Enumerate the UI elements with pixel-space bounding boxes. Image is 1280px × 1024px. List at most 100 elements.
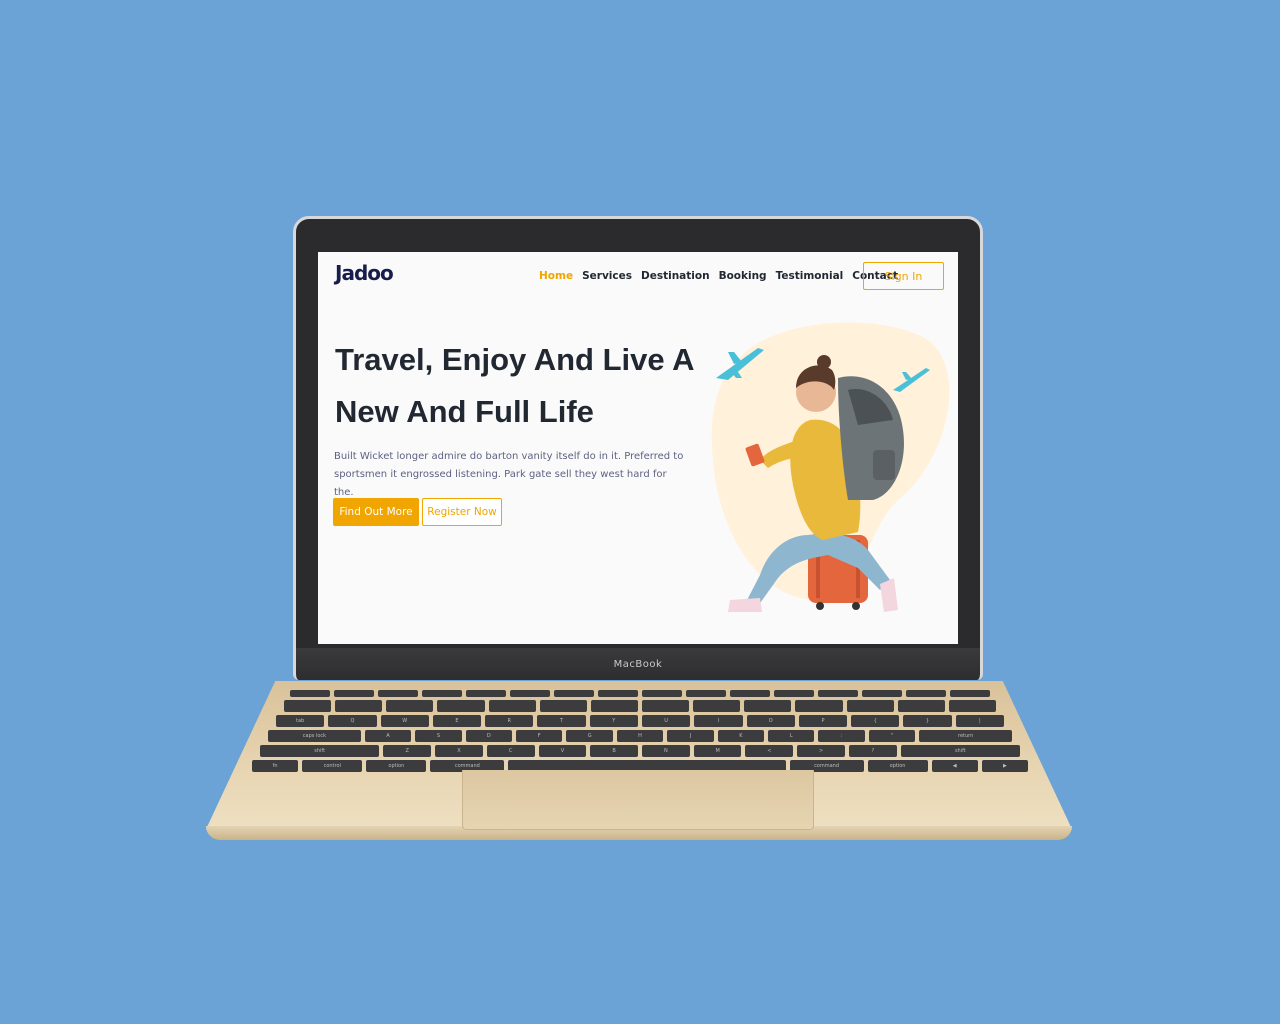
- key: :: [818, 730, 865, 742]
- key: ◀: [931, 760, 978, 772]
- key: option: [867, 760, 928, 772]
- find-out-more-button[interactable]: Find Out More: [333, 498, 419, 526]
- nav-link-testimonial[interactable]: Testimonial: [776, 270, 844, 282]
- nav-links: Home Services Destination Booking Testim…: [539, 270, 898, 282]
- key: F: [516, 730, 563, 742]
- key: caps lock: [268, 730, 361, 742]
- nav-link-services[interactable]: Services: [582, 270, 632, 282]
- key: [774, 690, 814, 697]
- key: [744, 700, 792, 712]
- keyboard-row-qwerty: tab Q W E R T Y U I O P { } |: [276, 715, 1004, 727]
- key: return: [919, 730, 1013, 742]
- key: C: [486, 745, 535, 757]
- key: [948, 700, 996, 712]
- sign-in-button[interactable]: Sign In: [863, 262, 944, 290]
- key: |: [955, 715, 1004, 727]
- key: [693, 700, 741, 712]
- key: V: [538, 745, 587, 757]
- key: [598, 690, 638, 697]
- key: shift: [900, 745, 1020, 757]
- traveler-shoe-right: [880, 578, 898, 612]
- hero-title: Travel, Enjoy And Live A New And Full Li…: [335, 342, 694, 429]
- nav-link-booking[interactable]: Booking: [719, 270, 767, 282]
- site-navbar: Jadoo Home Services Destination Booking …: [318, 252, 958, 300]
- hero-description: Built Wicket longer admire do barton van…: [334, 451, 684, 498]
- register-now-button[interactable]: Register Now: [422, 498, 502, 526]
- key: [846, 700, 894, 712]
- key: X: [435, 745, 483, 757]
- key: H: [616, 730, 664, 742]
- laptop-bezel-bottom: MacBook: [293, 648, 983, 680]
- site-logo[interactable]: Jadoo: [335, 261, 394, 285]
- key: A: [364, 730, 412, 742]
- key: [539, 700, 587, 712]
- key: Z: [383, 745, 432, 757]
- key: [510, 690, 550, 697]
- key: [437, 700, 485, 712]
- key: [862, 690, 902, 697]
- logo-text: Jadoo: [335, 261, 394, 285]
- key: L: [768, 730, 815, 742]
- key: {: [851, 715, 900, 727]
- key: J: [667, 730, 714, 742]
- key: W: [380, 715, 429, 727]
- key: control: [302, 760, 363, 772]
- trackpad: [462, 770, 814, 830]
- key: [590, 700, 638, 712]
- keyboard-row-numbers: [284, 700, 996, 712]
- key: [686, 690, 726, 697]
- nav-link-home[interactable]: Home: [539, 270, 573, 282]
- laptop-screen: Jadoo Home Services Destination Booking …: [318, 252, 958, 644]
- key: I: [694, 715, 743, 727]
- key: [642, 690, 682, 697]
- key: E: [432, 715, 482, 727]
- key: ": [868, 730, 916, 742]
- traveler-shoe-left: [728, 598, 762, 612]
- key: tab: [276, 715, 325, 727]
- key: S: [415, 730, 462, 742]
- key: [284, 700, 332, 712]
- key: [386, 700, 434, 712]
- key: P: [798, 715, 848, 727]
- key: >: [797, 745, 845, 757]
- key: <: [745, 745, 794, 757]
- key: [334, 690, 374, 697]
- key: Q: [328, 715, 377, 727]
- key: [730, 690, 770, 697]
- key: G: [566, 730, 613, 742]
- key: fn: [252, 760, 299, 772]
- key: [795, 700, 843, 712]
- key: [378, 690, 418, 697]
- key: }: [903, 715, 952, 727]
- key: shift: [260, 745, 380, 757]
- key: ?: [848, 745, 897, 757]
- key: N: [642, 745, 690, 757]
- key: [290, 690, 330, 697]
- hero-traveler-illustration: [711, 322, 950, 612]
- key: ▶: [981, 760, 1029, 772]
- keyboard-row-zxcv: shift Z X C V B N M < > ? shift: [260, 745, 1020, 757]
- key: [488, 700, 536, 712]
- key: O: [746, 715, 795, 727]
- keyboard: tab Q W E R T Y U I O P { } | caps lock …: [250, 690, 1030, 772]
- key: [641, 700, 690, 712]
- key: R: [485, 715, 534, 727]
- device-brand-label: MacBook: [613, 658, 663, 670]
- key: option: [366, 760, 427, 772]
- key: M: [693, 745, 742, 757]
- key: [897, 700, 945, 712]
- keyboard-row-fn: [290, 690, 990, 697]
- key: Y: [589, 715, 638, 727]
- nav-link-destination[interactable]: Destination: [641, 270, 710, 282]
- key: [422, 690, 462, 697]
- key: B: [590, 745, 638, 757]
- key: U: [641, 715, 691, 727]
- key: T: [537, 715, 586, 727]
- key: D: [465, 730, 513, 742]
- key: [554, 690, 594, 697]
- key: [466, 690, 506, 697]
- key: [818, 690, 858, 697]
- key: [906, 690, 946, 697]
- keyboard-row-asdf: caps lock A S D F G H J K L : " return: [268, 730, 1013, 742]
- key: K: [717, 730, 765, 742]
